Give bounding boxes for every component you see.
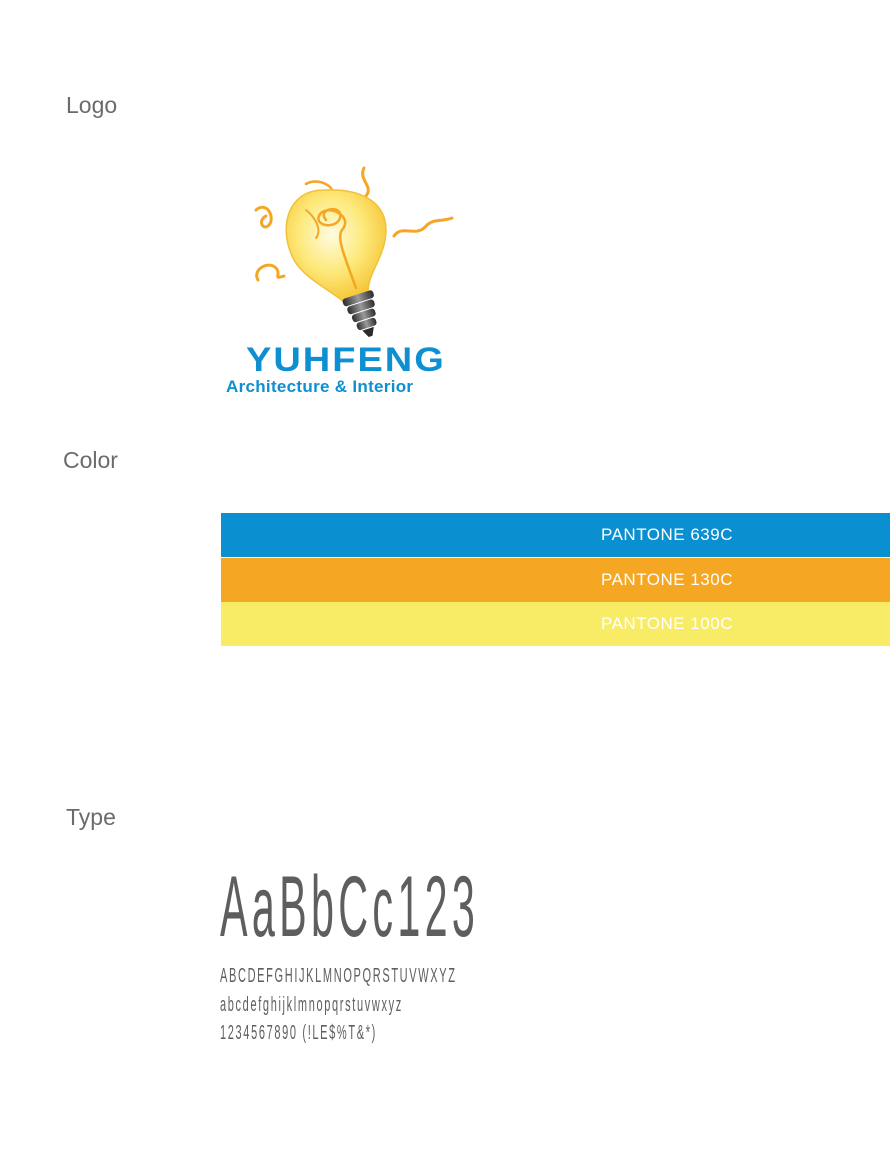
type-specimen: AaBbCc123 <box>220 859 480 955</box>
color-swatch-100c: PANTONE 100C <box>221 602 890 646</box>
brand-name: YUHFENG <box>246 341 446 379</box>
section-label-logo: Logo <box>66 92 118 118</box>
color-swatch-639c: PANTONE 639C <box>221 513 890 557</box>
light-bulb-icon <box>254 166 454 337</box>
glyph-row-numerals: 1234567890 (!LE$%T&*) <box>220 1022 377 1044</box>
section-label-color: Color <box>63 447 118 473</box>
swatch-label: PANTONE 130C <box>601 570 733 589</box>
glyph-row-lowercase: abcdefghijklmnopqrstuvwxyz <box>220 994 403 1016</box>
brand-logo: YUHFENG Architecture & Interior <box>224 160 474 400</box>
swatch-label: PANTONE 639C <box>601 525 733 544</box>
glyph-row-uppercase: ABCDEFGHIJKLMNOPQRSTUVWXYZ <box>220 965 457 987</box>
brand-tagline: Architecture & Interior <box>226 377 414 396</box>
section-label-type: Type <box>66 804 116 830</box>
color-swatch-130c: PANTONE 130C <box>221 558 890 602</box>
swatch-label: PANTONE 100C <box>601 614 733 633</box>
